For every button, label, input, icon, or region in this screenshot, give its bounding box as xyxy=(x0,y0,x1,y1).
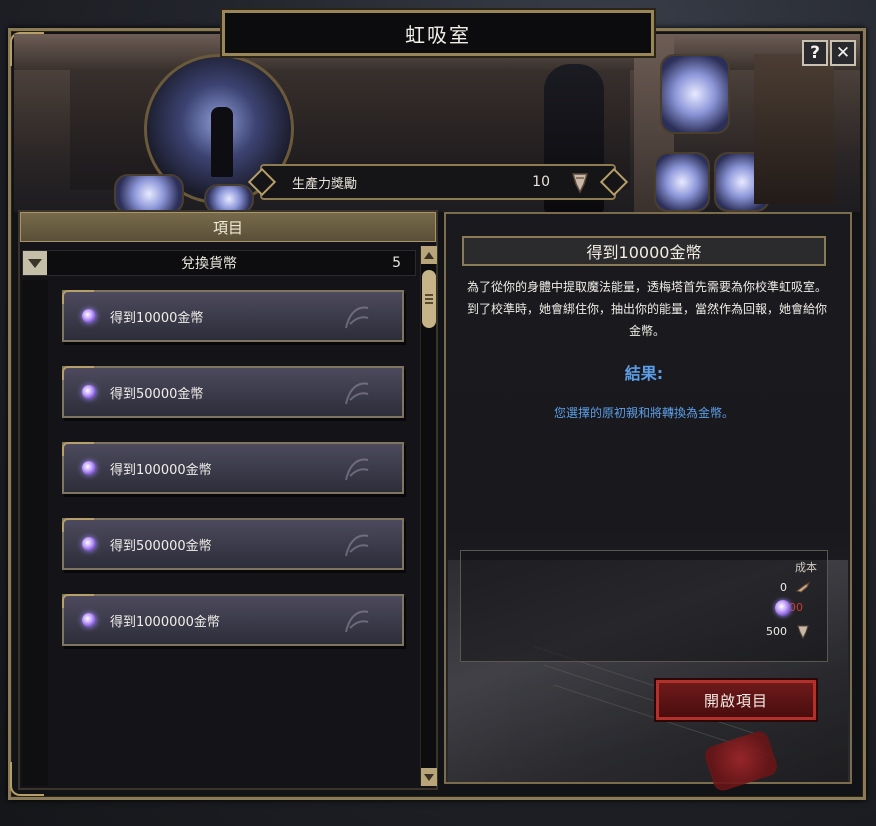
decorative-glyph-icon xyxy=(345,610,369,633)
help-icon: ? xyxy=(810,43,820,63)
affinity-orb-icon xyxy=(82,537,96,551)
affinity-orb-icon xyxy=(82,309,96,323)
tool-icon xyxy=(795,581,811,593)
cost-row: 1000 xyxy=(775,599,811,616)
decorative-glyph-icon xyxy=(345,534,369,557)
grip-icon xyxy=(425,298,433,300)
lamp-orb xyxy=(654,152,710,212)
productivity-gem-icon xyxy=(797,625,809,639)
close-icon: ✕ xyxy=(835,43,851,63)
reward-label: 生產力獎勵 xyxy=(292,176,358,192)
cost-title: 成本 xyxy=(795,561,817,574)
item-ornament xyxy=(62,442,94,456)
cost-row: 0 xyxy=(780,579,811,595)
list-header: 項目 xyxy=(20,212,436,242)
category-count: 5 xyxy=(392,255,401,271)
list-indent xyxy=(22,280,48,786)
open-item-button[interactable]: 開啟項目 xyxy=(654,678,818,722)
productivity-reward-bar: 生產力獎勵 10 xyxy=(247,164,629,200)
item-label: 得到100000金幣 xyxy=(110,462,212,478)
arrow-up-icon xyxy=(424,251,434,259)
result-label: 結果: xyxy=(624,364,664,383)
decorative-glyph-icon xyxy=(345,382,369,405)
list-item[interactable]: 得到500000金幣 xyxy=(62,518,404,570)
machinery xyxy=(754,54,834,204)
item-ornament xyxy=(62,518,94,532)
arrow-down-icon xyxy=(424,773,434,781)
affinity-orb-icon xyxy=(775,599,791,616)
detail-title: 得到10000金幣 xyxy=(462,236,826,266)
decorative-glyph-icon xyxy=(345,458,369,481)
lamp-orb xyxy=(114,174,184,212)
cost-row: 500 xyxy=(766,623,811,639)
item-ornament xyxy=(62,290,94,304)
cost-amount: 500 xyxy=(766,624,787,638)
list-item[interactable]: 得到100000金幣 xyxy=(62,442,404,494)
scroll-down-button[interactable] xyxy=(421,768,437,786)
category-label: 兌換貨幣 xyxy=(181,256,237,272)
bound-figure xyxy=(211,107,233,177)
category-row[interactable]: 兌換貨幣 5 xyxy=(22,250,416,276)
affinity-orb-icon xyxy=(82,385,96,399)
result-text: 您選擇的原初親和將轉換為金幣。 xyxy=(553,406,734,420)
list-item[interactable]: 得到1000000金幣 xyxy=(62,594,404,646)
close-button[interactable]: ✕ xyxy=(830,40,856,66)
list-item[interactable]: 得到10000金幣 xyxy=(62,290,404,342)
item-ornament xyxy=(62,594,94,608)
decorative-glyph-icon xyxy=(345,306,369,329)
cost-amount: 0 xyxy=(780,580,787,594)
triangle-down-icon xyxy=(28,258,42,268)
list-scrollbar[interactable] xyxy=(420,246,437,786)
affinity-orb-icon xyxy=(82,613,96,627)
window-title: 虹吸室 xyxy=(220,8,656,58)
lamp-orb xyxy=(204,184,254,212)
scroll-thumb[interactable] xyxy=(422,270,436,328)
reward-value: 10 xyxy=(532,174,550,190)
list-item[interactable]: 得到50000金幣 xyxy=(62,366,404,418)
scroll-up-button[interactable] xyxy=(421,246,437,264)
productivity-gem-icon xyxy=(571,173,589,194)
item-label: 得到10000金幣 xyxy=(110,310,204,326)
affinity-orb-icon xyxy=(82,461,96,475)
item-label: 得到1000000金幣 xyxy=(110,614,220,630)
collapse-toggle[interactable] xyxy=(23,251,47,275)
item-ornament xyxy=(62,366,94,380)
item-label: 得到50000金幣 xyxy=(110,386,204,402)
detail-description: 為了從你的身體中提取魔法能量，透梅塔首先需要為你校準虹吸室。到了校準時，她會綁住… xyxy=(466,280,827,338)
help-button[interactable]: ? xyxy=(802,40,828,66)
cost-box: 成本 0 1000 500 xyxy=(460,550,828,662)
item-label: 得到500000金幣 xyxy=(110,538,212,554)
lamp-orb xyxy=(660,54,730,134)
